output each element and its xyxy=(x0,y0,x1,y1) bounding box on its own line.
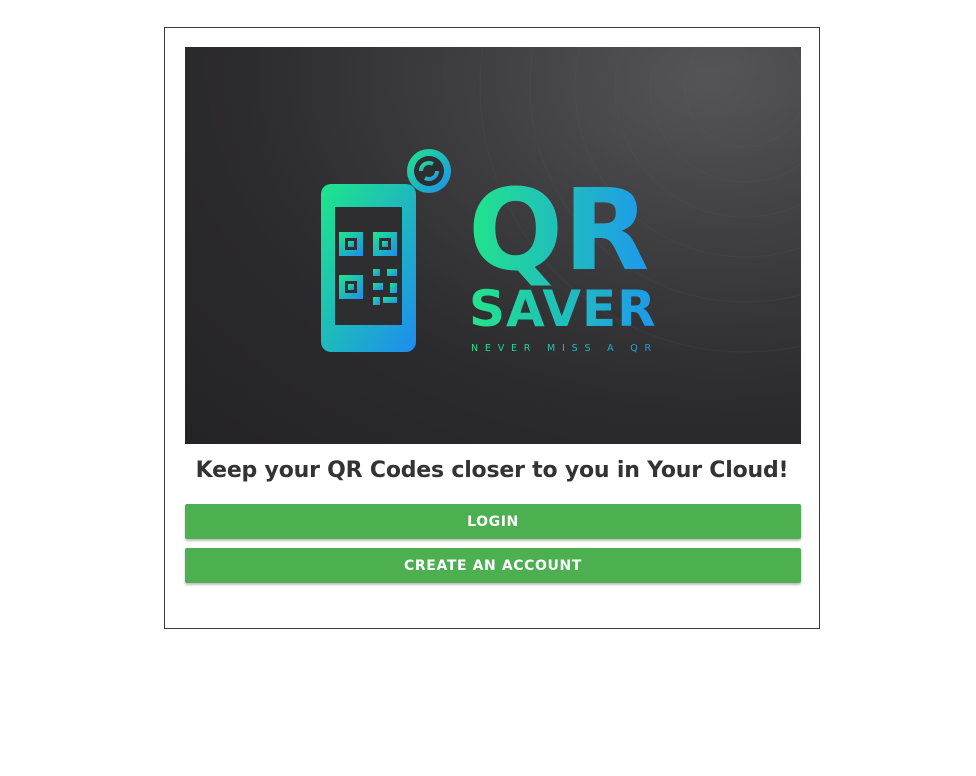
logo-title: QR xyxy=(468,166,649,296)
tagline: Keep your QR Codes closer to you in Your… xyxy=(195,458,789,483)
qr-saver-logo: QR SAVER NEVER MISS A QR xyxy=(185,47,801,444)
welcome-card: QR SAVER NEVER MISS A QR Keep your QR Co… xyxy=(164,27,820,629)
create-account-button[interactable]: CREATE AN ACCOUNT xyxy=(185,548,801,583)
hero-image: QR SAVER NEVER MISS A QR xyxy=(185,47,801,444)
logo-subtitle: SAVER xyxy=(469,280,657,338)
logo-slogan: NEVER MISS A QR xyxy=(471,343,658,354)
login-button[interactable]: LOGIN xyxy=(185,504,801,539)
